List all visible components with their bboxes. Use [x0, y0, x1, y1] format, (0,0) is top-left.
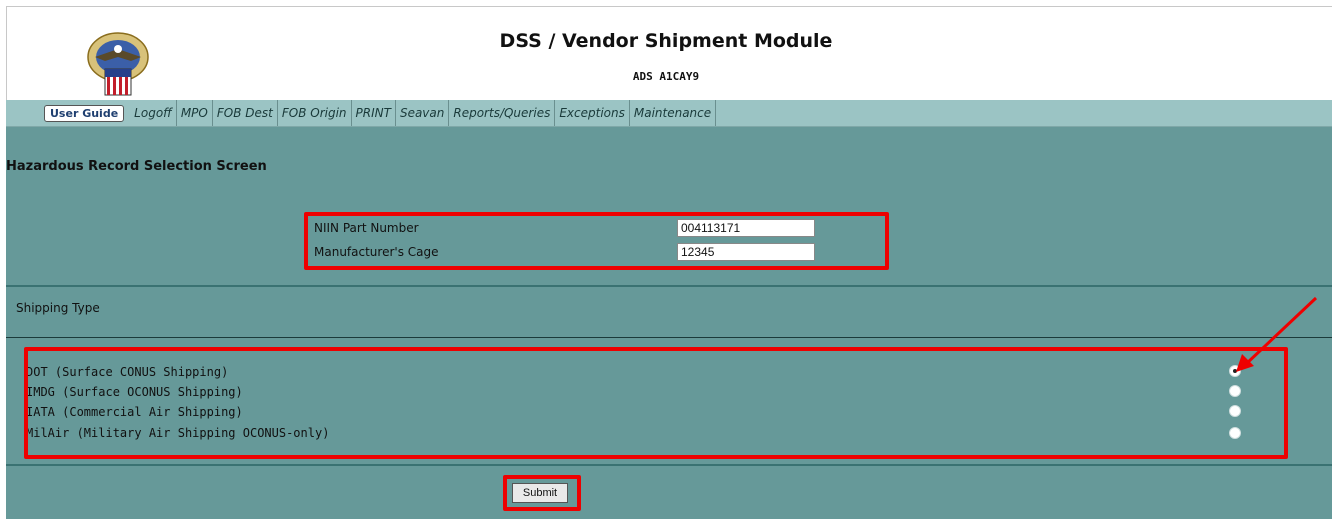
nav-item-maintenance[interactable]: Maintenance [630, 100, 717, 126]
page: DSS / Vendor Shipment Module ADS A1CAY9 … [0, 0, 1332, 519]
screen-title: Hazardous Record Selection Screen [6, 159, 267, 174]
divider [6, 337, 1332, 338]
nav-item-print[interactable]: PRINT [352, 100, 396, 126]
nav-bar: User Guide Logoff MPO FOB Dest FOB Origi… [6, 100, 1332, 127]
nav-item-fob-dest[interactable]: FOB Dest [213, 100, 278, 126]
page-title: DSS / Vendor Shipment Module [499, 30, 833, 52]
user-guide-button[interactable]: User Guide [44, 104, 125, 122]
divider [6, 464, 1332, 466]
red-arrow-annotation [1236, 296, 1318, 372]
nav-item-logoff[interactable]: Logoff [130, 100, 177, 126]
nav-item-exceptions[interactable]: Exceptions [555, 100, 630, 126]
divider [6, 285, 1332, 287]
highlight-box-shipping [24, 347, 1288, 459]
highlight-box-submit [503, 475, 581, 511]
nav-item-mpo[interactable]: MPO [177, 100, 213, 126]
content-area [6, 127, 1332, 519]
nav-item-reports-queries[interactable]: Reports/Queries [449, 100, 556, 126]
nav-item-seavan[interactable]: Seavan [396, 100, 450, 126]
highlight-box-niin [304, 212, 889, 270]
shipping-type-label: Shipping Type [16, 301, 100, 315]
nav-item-fob-origin[interactable]: FOB Origin [278, 100, 352, 126]
ads-subtitle: ADS A1CAY9 [632, 70, 700, 83]
header [6, 6, 1332, 101]
nav-item-user-guide: User Guide [44, 100, 130, 126]
